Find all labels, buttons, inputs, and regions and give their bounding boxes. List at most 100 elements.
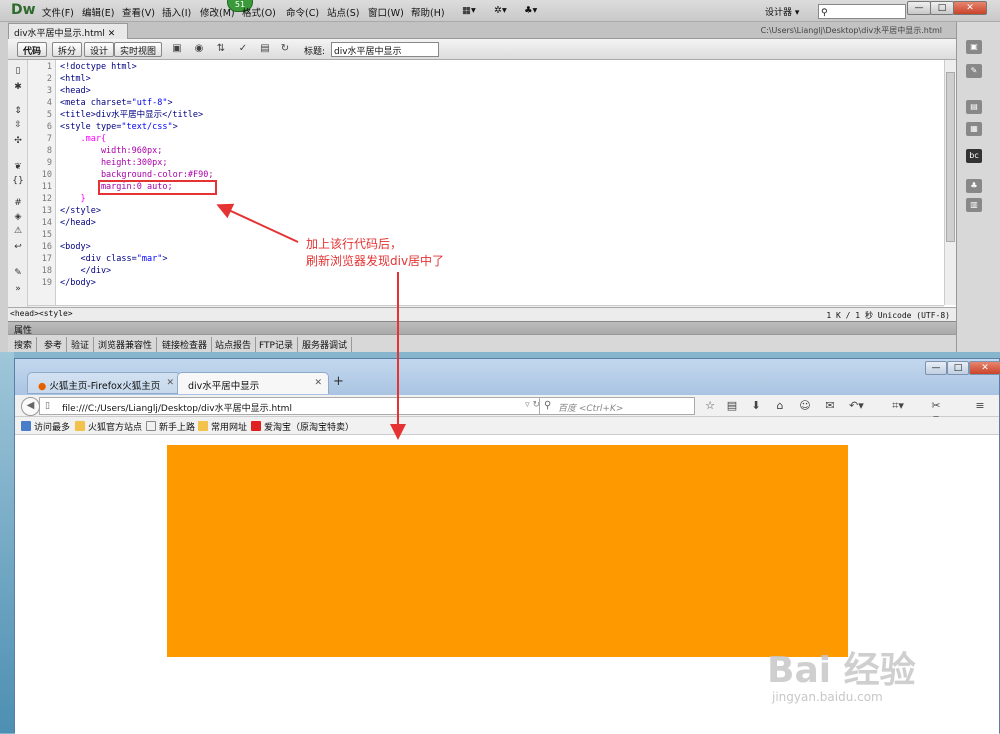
menu-format[interactable]: 格式(O) [242,5,276,19]
tab-ftp-log[interactable]: FTP记录 [255,337,298,352]
menu-insert[interactable]: 插入(I) [162,5,191,19]
menu-commands[interactable]: 命令(C) [286,5,319,19]
dw-search-input[interactable]: ⚲ [818,4,906,19]
reload-icon[interactable]: ▿ ↻ [525,400,540,410]
centered-orange-div [167,445,848,657]
tab-firefox-home[interactable]: ● 火狐主页-Firefox火狐主页 ✕ [27,372,181,394]
close-button[interactable]: ✕ [953,1,987,15]
highlight-invalid-icon[interactable]: ◈ [12,212,24,224]
layout-icon[interactable]: ▦▾ [462,5,476,16]
menu-icon[interactable]: ≡ [973,399,987,412]
css-styles-icon[interactable]: ✎ [966,64,982,78]
addon-icon[interactable]: ☺ [798,399,812,412]
file-management-icon[interactable]: ⇅ [214,43,228,56]
workspace-switcher[interactable]: 设计器 ▾ [765,5,799,18]
expand-all-icon[interactable]: ✣ [12,136,24,148]
ap-elements-icon[interactable]: ▤ [966,100,982,114]
maximize-button[interactable]: □ [930,1,954,15]
close-icon[interactable]: ✕ [108,29,116,39]
reading-list-icon[interactable]: ▤ [725,399,739,412]
line-numbers-icon[interactable]: # [12,198,24,210]
url-text: file:///C:/Users/Lianglj/Desktop/div水平居中… [62,404,292,414]
menu-view[interactable]: 查看(V) [122,5,155,19]
show-code-navigator-icon[interactable]: ✱ [12,82,24,94]
title-input[interactable]: div水平居中显示 [331,42,439,57]
close-icon[interactable]: ✕ [166,378,174,388]
tab-browser-compat[interactable]: 浏览器兼容性 [94,337,158,352]
preview-browser-icon[interactable]: ◉ [192,43,206,56]
w3c-validation-icon[interactable]: ✓ [236,43,250,56]
insert-panel-icon[interactable]: ▣ [966,40,982,54]
menu-window[interactable]: 窗口(W) [368,5,404,19]
collapse-tag-icon[interactable]: ⇕ [12,106,24,118]
files-panel-icon[interactable]: ▦ [966,122,982,136]
tab-label: 火狐主页-Firefox火狐主页 [49,381,161,392]
live-view-button[interactable]: 实时视图 [114,42,163,57]
refresh-icon[interactable]: ↻ [278,43,292,56]
word-wrap-icon[interactable]: ↩ [12,242,24,254]
assets-panel-icon[interactable]: ▥ [966,198,982,212]
tab-server-debug[interactable]: 服务器调试 [298,337,353,352]
page-icon: ▯ [45,401,50,411]
select-parent-tag-icon[interactable]: ❦ [12,162,24,174]
menu-help[interactable]: 帮助(H) [411,5,445,19]
apply-comment-icon[interactable]: ✎ [12,268,24,280]
collapse-selection-icon[interactable]: ⇳ [12,120,24,132]
open-documents-icon[interactable]: ▯ [12,66,24,78]
ff-maximize-button[interactable]: □ [947,361,969,375]
minimize-button[interactable]: — [907,1,931,15]
tab-search[interactable]: 搜索 [10,337,38,352]
code-line: } [60,194,86,204]
visual-aids-icon[interactable]: ▤ [258,43,272,56]
business-catalyst-icon[interactable]: bc [966,149,982,163]
split-view-button[interactable]: 拆分 [52,42,83,57]
url-bar[interactable]: ▯ file:///C:/Users/Lianglj/Desktop/div水平… [39,397,545,415]
tab-site-reports[interactable]: 站点报告 [211,337,257,352]
multiscreen-icon[interactable]: ▣ [170,43,184,56]
close-icon[interactable]: ✕ [314,378,322,388]
line-number: 5 [46,110,52,120]
tab-active-page[interactable]: div水平居中显示 ✕ [177,372,329,394]
doc-tab[interactable]: div水平居中显示.html ✕ [8,23,128,39]
back-button[interactable]: ◀ [21,397,40,416]
line-number: 4 [46,98,52,108]
syntax-error-icon[interactable]: ⚠ [12,226,24,238]
tab-reference[interactable]: 参考 [40,337,68,352]
more-tools-icon[interactable]: » [12,284,24,296]
bookmark-most-visited[interactable]: 访问最多 [21,420,70,433]
bookmark-getting-started[interactable]: 新手上路 [146,420,195,433]
undo-icon[interactable]: ↶▾ [849,399,864,412]
bookmark-common-urls[interactable]: 常用网址 [198,420,247,433]
scroll-thumb[interactable] [946,72,955,242]
code-view-button[interactable]: 代码 [17,42,48,57]
tab-link-checker[interactable]: 链接检查器 [158,337,213,352]
menu-edit[interactable]: 编辑(E) [82,5,114,19]
new-tab-icon[interactable]: + [333,374,344,389]
site-icon[interactable]: ♣▾ [524,5,537,16]
vertical-scrollbar[interactable] [944,60,956,305]
menu-file[interactable]: 文件(F) [42,5,74,19]
download-icon[interactable]: ⬇ [749,399,763,412]
design-view-button[interactable]: 设计 [84,42,115,57]
code-editor[interactable]: ▯ ✱ ⇕ ⇳ ✣ ❦ {} # ◈ ⚠ ↩ ✎ » 1 2 3 4 5 6 7… [8,60,956,317]
menu-site[interactable]: 站点(S) [327,5,359,19]
bookmark-firefox-site[interactable]: 火狐官方站点 [75,420,142,433]
baidu-watermark: Bai 经验 [767,650,916,691]
bookmark-star-icon[interactable]: ☆ [703,399,717,412]
properties-panel-header[interactable]: 属性 [8,321,956,336]
sitemap-icon[interactable]: ♣ [966,179,982,193]
ff-close-button[interactable]: ✕ [969,361,1000,375]
code-line: <body> [60,242,91,252]
line-number: 3 [46,86,52,96]
balance-braces-icon[interactable]: {} [12,176,24,188]
bookmark-label: 爱淘宝（原淘宝特卖） [264,423,355,433]
chat-icon[interactable]: ✉ [823,399,837,412]
home-icon[interactable]: ⌂ [773,399,787,412]
tag-selector[interactable]: <head><style> [10,309,73,318]
bookmark-aitaobao[interactable]: 爱淘宝（原淘宝特卖） [251,420,354,433]
search-bar[interactable]: ⚲ 百度 <Ctrl+K> [539,397,695,415]
extend-icon[interactable]: ✲▾ [494,5,507,16]
ff-minimize-button[interactable]: — [925,361,947,375]
tab-validation[interactable]: 验证 [67,337,95,352]
screenshot-icon[interactable]: ⌗▾ [891,399,905,413]
